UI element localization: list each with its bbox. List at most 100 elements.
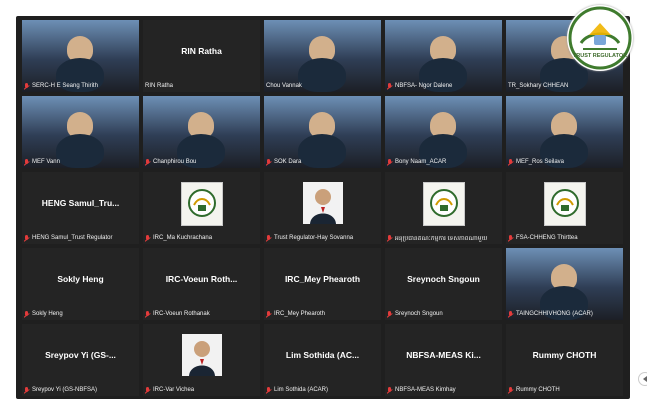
participant-name: RIN Ratha [145,83,174,89]
participant-name-caption: TAINGCHHIVHONG (ACAR) [508,309,621,319]
participant-tile[interactable]: Sreynoch Sngoun Sreynoch Sngoun [385,248,502,320]
participant-name-caption: IRC-Voeun Rothanak [145,309,258,319]
participant-name: MEF Vann [32,159,60,165]
muted-mic-icon [24,386,29,394]
participant-name: NBFSA-MEAS Kimhay [395,387,456,393]
participant-tile[interactable]: អនុប្រធានគណៈកម្មការ ទេសភាពណាមួយ [385,172,502,244]
participant-tile[interactable]: IRC-Voeun Roth... IRC-Voeun Rothanak [143,248,260,320]
participant-name-caption: Chanphirou Bou [145,157,258,167]
participant-name-caption: Sreypov Yi (GS-NBFSA) [24,385,137,395]
participant-tile[interactable]: Chou Vannak [264,20,381,92]
badge-caption: TRUST REGULATOR [572,53,628,59]
participant-name: IRC_Mey Phearoth [274,311,326,317]
participant-name-caption: MEF Vann [24,157,137,167]
participant-name-caption: NBFSA-MEAS Kimhay [387,385,500,395]
participant-tile[interactable]: Sreypov Yi (GS-... Sreypov Yi (GS-NBFSA) [22,324,139,396]
participant-name-caption: Bony Naam_ACAR [387,157,500,167]
participant-tile[interactable]: Trust Regulator-Hay Sovanna [264,172,381,244]
participant-name: TR_Sokhary CHHEAN [508,83,569,89]
participant-name: អនុប្រធានគណៈកម្មការ ទេសភាពណាមួយ [395,235,488,242]
profile-picture [180,182,223,226]
muted-mic-icon [508,310,513,318]
participant-name: IRC-Voeun Rothanak [153,311,210,317]
participant-name-caption: Chou Vannak [266,81,379,91]
participant-name-caption: Trust Regulator-Hay Sovanna [266,233,379,243]
muted-mic-icon [387,82,392,90]
participant-name-caption: NBFSA- Ngor Dalene [387,81,500,91]
participant-tile[interactable]: MEF Vann [22,96,139,168]
participant-name: FSA-CHHENG Thirttea [516,235,578,241]
participant-display-name: Sokly Heng [57,274,104,284]
participant-name-caption: Lim Sothida (ACAR) [266,385,379,395]
muted-mic-icon [24,310,29,318]
participant-name-caption: SOK Dara [266,157,379,167]
participant-display-name: Sreynoch Sngoun [407,274,480,284]
participant-tile[interactable]: Chanphirou Bou [143,96,260,168]
participant-display-name: RIN Ratha [181,46,222,56]
screen: SERC-H E Seang Thirith RIN Ratha RIN Ratha… [0,0,647,408]
participant-tile[interactable]: Bony Naam_ACAR [385,96,502,168]
participant-tile[interactable]: MEF_Ros Seilava [506,96,623,168]
participant-name-caption: អនុប្រធានគណៈកម្មការ ទេសភាពណាមួយ [387,233,500,243]
muted-mic-icon [24,82,29,90]
participant-name: HENG Samul_Trust Regulator [32,235,113,241]
participant-tile[interactable]: RIN Ratha RIN Ratha [143,20,260,92]
muted-mic-icon [387,310,392,318]
participant-tile[interactable]: Rummy CHOTH Rummy CHOTH [506,324,623,396]
participant-display-name: IRC_Mey Phearoth [284,274,361,284]
scroll-arrow-icon[interactable] [638,372,647,386]
muted-mic-icon [145,386,150,394]
participant-name-caption: Rummy CHOTH [508,385,621,395]
profile-picture [302,182,343,224]
participant-name-caption: HENG Samul_Trust Regulator [24,233,137,243]
participant-name: Chou Vannak [266,83,302,89]
participant-tile[interactable]: HENG Samul_Tru... HENG Samul_Trust Regula… [22,172,139,244]
participant-name-caption: IRC_Ma Kuchrachana [145,233,258,243]
muted-mic-icon [24,158,29,166]
participant-display-name: HENG Samul_Tru... [41,198,120,208]
participant-name-caption: Sokly Heng [24,309,137,319]
muted-mic-icon [266,234,271,242]
muted-mic-icon [24,234,29,242]
participant-tile[interactable]: NBFSA- Ngor Dalene [385,20,502,92]
profile-picture [543,182,586,226]
participant-name: SERC-H E Seang Thirith [32,83,98,89]
participant-name-caption: TR_Sokhary CHHEAN [508,81,621,91]
muted-mic-icon [508,234,513,242]
muted-mic-icon [508,386,513,394]
participant-name-caption: Sreynoch Sngoun [387,309,500,319]
participant-name: IRC_Ma Kuchrachana [153,235,213,241]
participant-name-caption: IRC-Var Vichea [145,385,258,395]
profile-picture [422,182,465,226]
muted-mic-icon [266,386,271,394]
participant-tile[interactable]: FSA-CHHENG Thirttea [506,172,623,244]
muted-mic-icon [508,158,513,166]
participant-name: Trust Regulator-Hay Sovanna [274,235,354,241]
participant-display-name: IRC-Voeun Roth... [165,274,238,284]
muted-mic-icon [266,310,271,318]
video-gallery[interactable]: SERC-H E Seang Thirith RIN Ratha RIN Ratha… [16,16,630,399]
participant-name-caption: SERC-H E Seang Thirith [24,81,137,91]
muted-mic-icon [387,386,392,394]
participant-tile[interactable]: Lim Sothida (AC... Lim Sothida (ACAR) [264,324,381,396]
participant-name-caption: MEF_Ros Seilava [508,157,621,167]
participant-name: MEF_Ros Seilava [516,159,565,165]
participant-tile[interactable]: IRC-Var Vichea [143,324,260,396]
participant-tile[interactable]: IRC_Ma Kuchrachana [143,172,260,244]
trust-regulator-logo: TRUST REGULATOR [567,5,633,71]
participant-tile[interactable]: IRC_Mey Phearoth IRC_Mey Phearoth [264,248,381,320]
participant-display-name: Sreypov Yi (GS-... [45,350,116,360]
participant-name: IRC-Var Vichea [153,387,195,393]
participant-name: Sokly Heng [32,311,63,317]
muted-mic-icon [145,158,150,166]
participant-name: Lim Sothida (ACAR) [274,387,329,393]
participant-tile[interactable]: SERC-H E Seang Thirith [22,20,139,92]
participant-name-caption: IRC_Mey Phearoth [266,309,379,319]
participant-tile[interactable]: Sokly Heng Sokly Heng [22,248,139,320]
muted-mic-icon [145,234,150,242]
participant-tile[interactable]: SOK Dara [264,96,381,168]
participant-name: TAINGCHHIVHONG (ACAR) [516,311,593,317]
participant-tile[interactable]: NBFSA-MEAS Ki... NBFSA-MEAS Kimhay [385,324,502,396]
participant-tile[interactable]: TAINGCHHIVHONG (ACAR) [506,248,623,320]
participant-name: Chanphirou Bou [153,159,197,165]
